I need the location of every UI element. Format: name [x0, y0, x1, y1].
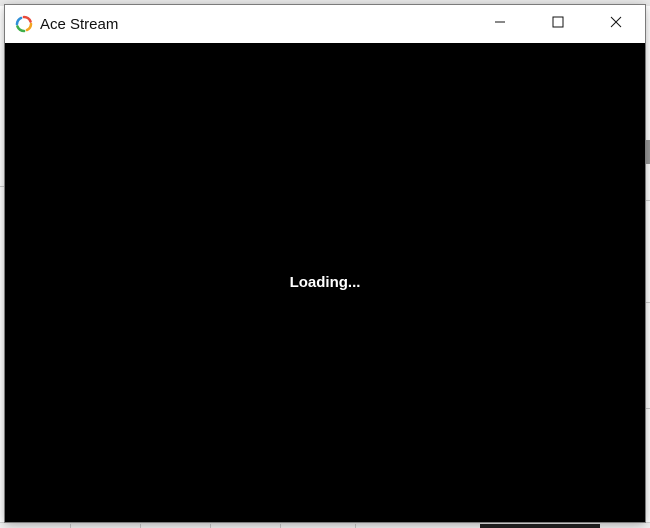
background-separator: [355, 524, 356, 528]
background-separator: [140, 524, 141, 528]
title-bar[interactable]: Ace Stream: [5, 5, 645, 43]
window-title: Ace Stream: [40, 15, 119, 33]
video-area[interactable]: Loading...: [5, 43, 645, 522]
loading-status: Loading...: [289, 274, 361, 291]
background-divider: [645, 200, 650, 201]
minimize-icon: [494, 15, 506, 33]
background-scrollbar: [645, 140, 650, 164]
background-separator: [210, 524, 211, 528]
minimize-button[interactable]: [471, 5, 529, 43]
close-icon: [610, 15, 622, 33]
maximize-icon: [552, 15, 564, 33]
background-separator: [280, 524, 281, 528]
ace-stream-window[interactable]: Ace Stream Loading...: [5, 5, 645, 522]
maximize-button[interactable]: [529, 5, 587, 43]
background-separator: [70, 524, 71, 528]
background-divider: [645, 302, 650, 303]
background-divider: [645, 408, 650, 409]
ace-stream-logo-icon: [15, 15, 33, 33]
close-button[interactable]: [587, 5, 645, 43]
background-dark-block: [480, 524, 600, 528]
window-controls: [471, 5, 645, 43]
